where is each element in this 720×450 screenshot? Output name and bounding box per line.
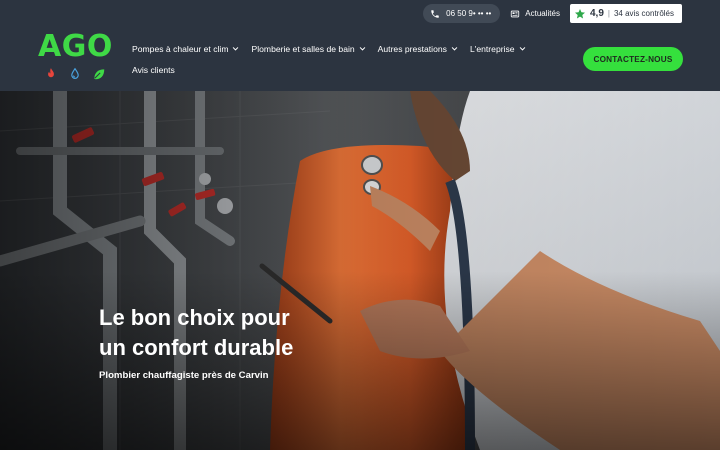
- newspaper-icon: [511, 10, 520, 17]
- rating-score: 4,9: [589, 8, 604, 19]
- phone-button[interactable]: 06 50 9• •• ••: [423, 4, 501, 23]
- hero-title-line-1: Le bon choix pour: [99, 305, 290, 330]
- phone-icon: [431, 9, 439, 18]
- nav-item-plumbing[interactable]: Plomberie et salles de bain: [251, 44, 365, 54]
- news-label: Actualités: [525, 9, 560, 18]
- nav-item-label: Pompes à chaleur et clim: [132, 43, 229, 54]
- nav-item-label: Avis clients: [132, 64, 175, 75]
- rating-badge[interactable]: 4,9 | 34 avis contrôlés: [569, 4, 682, 23]
- hero-title: Le bon choix pour un confort durable: [99, 303, 359, 363]
- chevron-down-icon: [451, 47, 458, 51]
- rating-separator: |: [607, 9, 610, 18]
- leaf-icon: [94, 69, 105, 80]
- site-header: 06 50 9• •• •• Actualités 4,9 | 34 avis …: [0, 0, 720, 91]
- nav-item-other-services[interactable]: Autres prestations: [378, 44, 458, 54]
- flame-icon: [48, 68, 54, 78]
- nav-row-primary: Pompes à chaleur et clim Plomberie et sa…: [132, 42, 552, 55]
- main-nav: Pompes à chaleur et clim Plomberie et sa…: [132, 42, 552, 76]
- site-logo[interactable]: AGO: [38, 29, 118, 81]
- hero-background-image: [0, 91, 720, 450]
- news-link[interactable]: Actualités: [508, 9, 562, 19]
- hero-title-line-2: un confort durable: [99, 335, 294, 360]
- nav-item-label: L'entreprise: [469, 43, 515, 54]
- nav-item-company[interactable]: L'entreprise: [470, 44, 526, 54]
- water-drop-icon: [71, 67, 79, 79]
- star-icon: [574, 8, 585, 18]
- logo-text: AGO: [38, 29, 113, 64]
- nav-row-secondary: Avis clients: [132, 63, 552, 76]
- hero-section: Le bon choix pour un confort durable Plo…: [0, 91, 720, 450]
- nav-item-heat-pumps[interactable]: Pompes à chaleur et clim: [132, 44, 239, 54]
- phone-number: 06 50 9• •• ••: [446, 9, 492, 18]
- contact-button[interactable]: CONTACTEZ-NOUS: [583, 47, 683, 71]
- rating-text: 34 avis contrôlés: [613, 9, 674, 18]
- top-bar: 06 50 9• •• •• Actualités 4,9 | 34 avis …: [423, 4, 682, 23]
- logo-icons: [38, 67, 118, 81]
- chevron-down-icon: [519, 47, 525, 51]
- nav-item-label: Autres prestations: [377, 43, 447, 54]
- chevron-down-icon: [233, 47, 239, 51]
- hero-subtitle: Plombier chauffagiste près de Carvin: [99, 370, 269, 381]
- nav-item-reviews[interactable]: Avis clients: [132, 65, 175, 75]
- nav-item-label: Plomberie et salles de bain: [251, 43, 355, 54]
- chevron-down-icon: [359, 47, 365, 51]
